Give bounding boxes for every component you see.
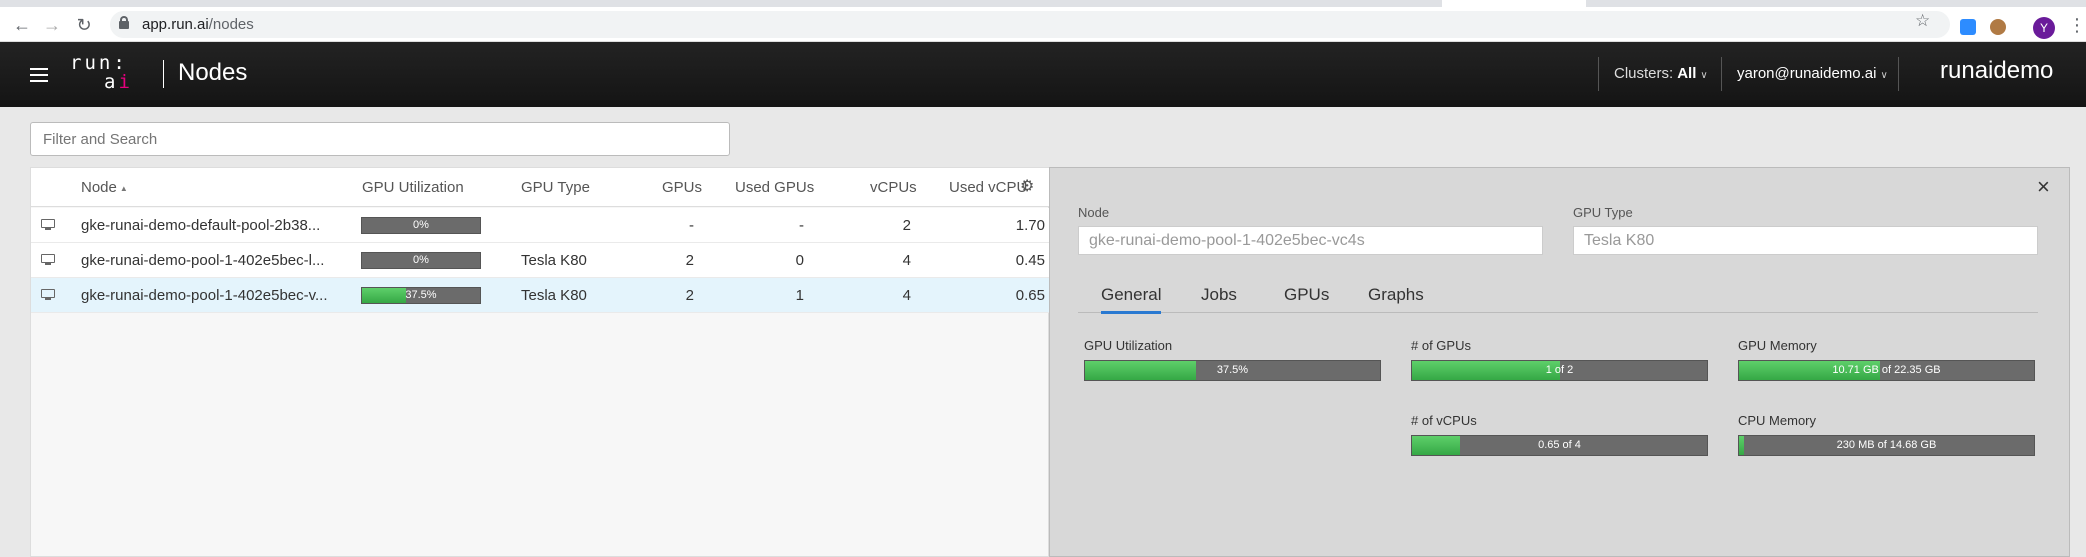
column-header-gpus[interactable]: GPUs	[662, 179, 702, 196]
page-title: Nodes	[178, 59, 248, 86]
used-gpus-cell: 0	[795, 252, 804, 269]
table-row[interactable]: gke-runai-demo-default-pool-2b38... 0% - - 2…	[31, 208, 1050, 243]
column-header-used-vcpu[interactable]: Used vCPU	[949, 179, 1027, 196]
node-field: gke-runai-demo-pool-1-402e5bec-vc4s	[1078, 226, 1543, 255]
cookie-extension-icon[interactable]	[1990, 19, 2006, 35]
column-header-gpu-utilization[interactable]: GPU Utilization	[362, 179, 464, 196]
table-header: Node ▲ GPU Utilization GPU Type GPUs Used…	[31, 168, 1050, 207]
monitor-icon	[41, 219, 55, 231]
cpu-memory-bar: 230 MB of 14.68 GB	[1738, 435, 2035, 456]
chevron-down-icon: ∨	[1700, 70, 1708, 81]
used-gpus-cell: -	[799, 217, 804, 234]
tab-graphs[interactable]: Graphs	[1368, 285, 1424, 311]
monitor-icon	[41, 289, 55, 301]
user-menu[interactable]: yaron@runaidemo.ai ∨	[1737, 65, 1888, 82]
node-name-cell: gke-runai-demo-pool-1-402e5bec-l...	[81, 252, 325, 269]
title-divider	[163, 60, 164, 88]
gpu-utilization-bar: 37.5%	[1084, 360, 1381, 381]
gear-icon[interactable]: ⚙	[1020, 176, 1036, 195]
node-name-cell: gke-runai-demo-default-pool-2b38...	[81, 217, 321, 234]
gpu-utilization-bar: 0%	[361, 217, 481, 234]
used-vcpu-cell: 0.65	[1015, 287, 1045, 304]
column-header-vcpus[interactable]: vCPUs	[870, 179, 917, 196]
nodes-table: Node ▲ GPU Utilization GPU Type GPUs Used…	[30, 167, 1050, 557]
gpus-cell: 2	[685, 252, 694, 269]
vcpus-cell: 4	[902, 252, 911, 269]
gpu-memory-bar: 10.71 GB of 22.35 GB	[1738, 360, 2035, 381]
num-gpus-bar: 1 of 2	[1411, 360, 1708, 381]
tab-gpus[interactable]: GPUs	[1284, 285, 1329, 311]
chevron-down-icon: ∨	[1880, 70, 1888, 81]
close-icon[interactable]: ×	[2037, 176, 2055, 198]
monitor-icon	[41, 254, 55, 266]
profile-avatar[interactable]: Y	[2033, 17, 2055, 39]
gpus-cell: 2	[685, 287, 694, 304]
header-divider	[1898, 57, 1899, 91]
cpu-memory-label: CPU Memory	[1738, 413, 1817, 428]
filter-search-input[interactable]	[30, 122, 730, 156]
clusters-selector[interactable]: Clusters: All ∨	[1614, 65, 1708, 82]
table-row[interactable]: gke-runai-demo-pool-1-402e5bec-l... 0% Tes…	[31, 243, 1050, 278]
used-gpus-cell: 1	[795, 287, 804, 304]
browser-tab-strip	[0, 0, 2086, 7]
browser-active-tab[interactable]	[1442, 0, 1586, 7]
forward-icon[interactable]: →	[42, 15, 62, 35]
hamburger-menu-icon[interactable]	[30, 68, 48, 82]
gpus-cell: -	[689, 217, 694, 234]
gpu-utilization-bar: 0%	[361, 252, 481, 269]
tab-general[interactable]: General	[1101, 285, 1162, 314]
node-field-label: Node	[1078, 205, 1110, 220]
header-divider	[1598, 57, 1599, 91]
app-header: run: ai Nodes Clusters: All ∨ yaron@runaid…	[0, 42, 2086, 107]
address-bar[interactable]: app.run.ai/nodes	[110, 11, 1950, 38]
sort-up-icon: ▲	[119, 183, 128, 193]
tab-jobs[interactable]: Jobs	[1201, 285, 1237, 311]
bookmark-star-icon[interactable]: ☆	[1915, 11, 1930, 31]
num-vcpus-bar: 0.65 of 4	[1411, 435, 1708, 456]
column-header-used-gpus[interactable]: Used GPUs	[735, 179, 814, 196]
gpu-memory-label: GPU Memory	[1738, 338, 1817, 353]
detail-tabs: General Jobs GPUs Graphs	[1078, 278, 2038, 314]
vcpus-cell: 2	[902, 217, 911, 234]
back-icon[interactable]: ←	[12, 15, 32, 35]
browser-menu-icon[interactable]: ⋮	[2068, 15, 2086, 36]
node-name-cell: gke-runai-demo-pool-1-402e5bec-v...	[81, 287, 328, 304]
gpu-type-cell: Tesla K80	[521, 287, 587, 304]
gpu-type-cell: Tesla K80	[521, 252, 587, 269]
runai-logo: run: ai	[70, 52, 133, 93]
num-vcpus-label: # of vCPUs	[1411, 413, 1477, 428]
column-header-gpu-type[interactable]: GPU Type	[521, 179, 590, 196]
reload-icon[interactable]: ↻	[74, 15, 94, 35]
header-divider	[1721, 57, 1722, 91]
node-details-panel: × Node gke-runai-demo-pool-1-402e5bec-vc…	[1049, 167, 2070, 557]
column-header-node[interactable]: Node ▲	[81, 179, 128, 196]
table-row[interactable]: gke-runai-demo-pool-1-402e5bec-v... 37.5%…	[31, 278, 1050, 313]
lock-icon	[119, 16, 129, 29]
gpu-type-field-label: GPU Type	[1573, 205, 1633, 220]
gpu-utilization-bar: 37.5%	[361, 287, 481, 304]
url-text: app.run.ai/nodes	[142, 16, 254, 33]
used-vcpu-cell: 0.45	[1015, 252, 1045, 269]
browser-toolbar: ← → ↻ app.run.ai/nodes ☆ Y ⋮	[0, 7, 2086, 42]
gpu-utilization-label: GPU Utilization	[1084, 338, 1173, 353]
used-vcpu-cell: 1.70	[1015, 217, 1045, 234]
num-gpus-label: # of GPUs	[1411, 338, 1471, 353]
tenant-name: runaidemo	[1940, 57, 2054, 84]
gpu-type-field: Tesla K80	[1573, 226, 2038, 255]
zoom-extension-icon[interactable]	[1960, 19, 1976, 35]
vcpus-cell: 4	[902, 287, 911, 304]
